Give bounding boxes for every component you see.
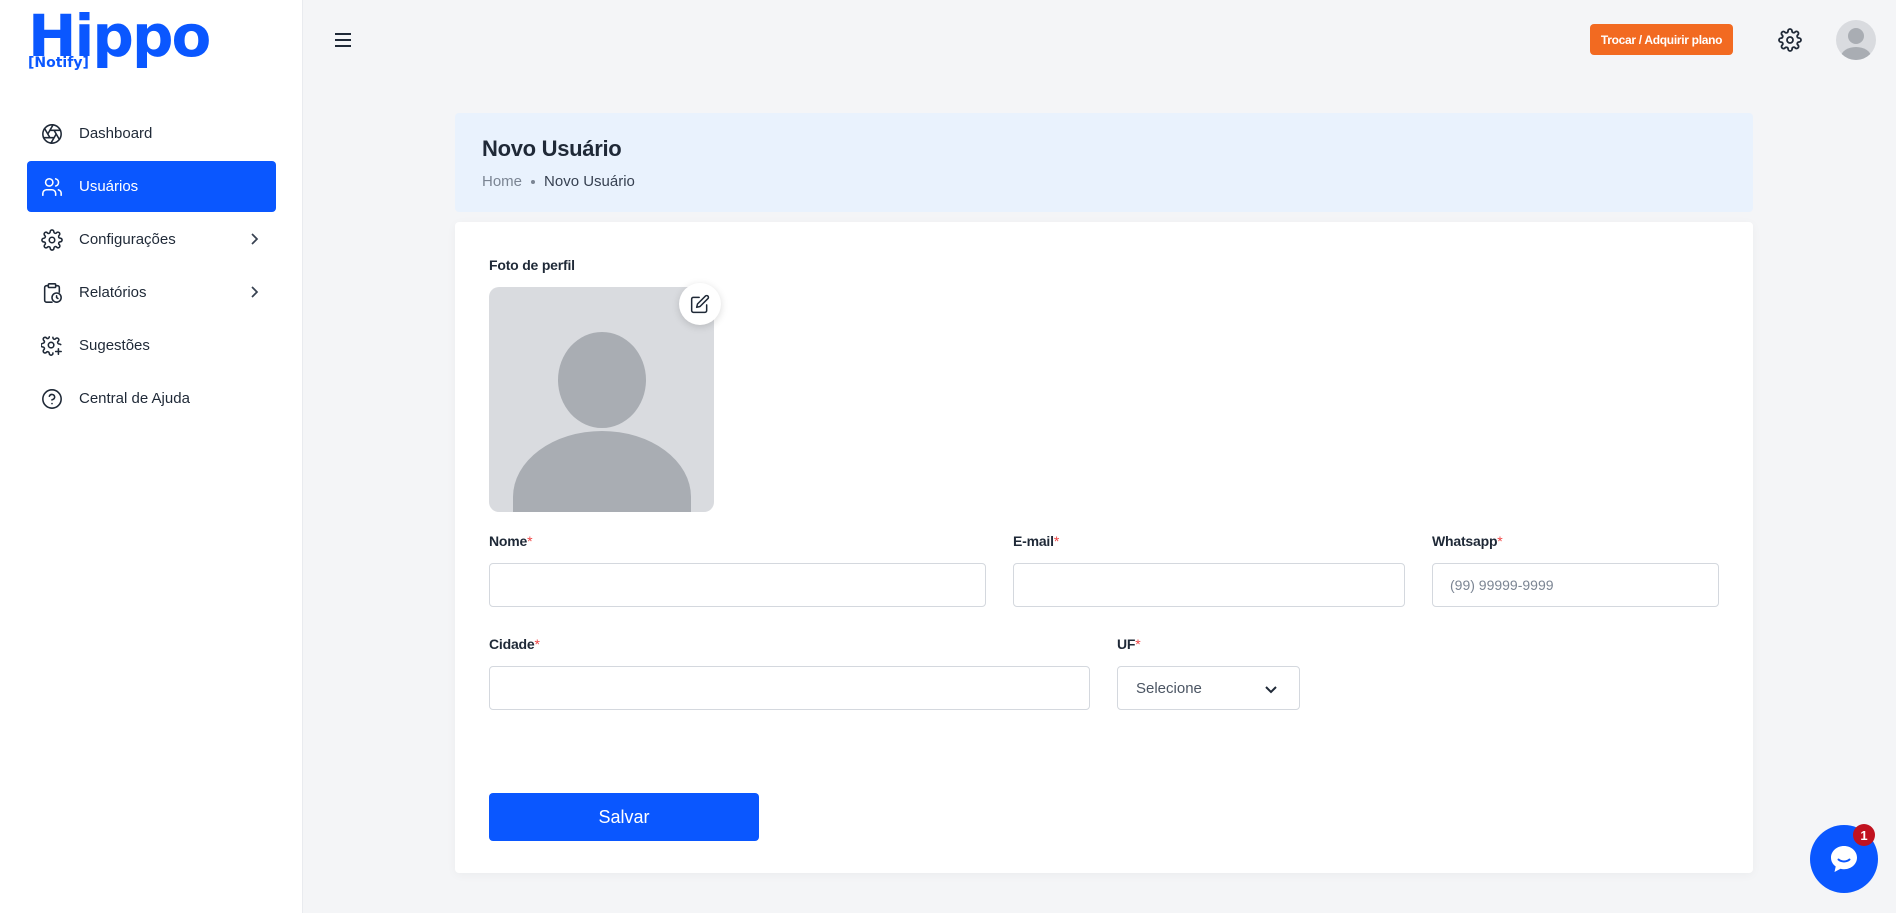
email-input[interactable] [1013, 563, 1405, 607]
sidebar-item-usuarios[interactable]: Usuários [27, 161, 276, 212]
save-button[interactable]: Salvar [489, 793, 759, 841]
nome-label-text: Nome [489, 533, 528, 549]
avatar-head-shape [1848, 28, 1864, 44]
sidebar-item-label: Central de Ajuda [79, 390, 190, 407]
breadcrumb-separator [531, 179, 536, 184]
required-mark: * [1135, 636, 1141, 652]
cidade-label: Cidade* [489, 636, 540, 652]
photo-body-shape [513, 431, 691, 512]
sidebar-item-configuracoes[interactable]: Configurações [27, 214, 276, 265]
sidebar-item-relatorios[interactable]: Relatórios [27, 267, 276, 318]
profile-photo-placeholder[interactable] [489, 287, 714, 512]
users-icon [40, 175, 64, 199]
aperture-icon [40, 122, 64, 146]
sidebar-item-label: Usuários [79, 178, 139, 195]
cidade-label-text: Cidade [489, 636, 535, 652]
settings-gear-icon[interactable] [1778, 28, 1802, 52]
clipboard-clock-icon [40, 281, 64, 305]
whatsapp-label: Whatsapp* [1432, 533, 1503, 549]
gear-plus-icon [40, 334, 64, 358]
sidebar-item-label: Configurações [79, 231, 176, 248]
required-mark: * [1497, 533, 1503, 549]
sidebar-item-central-de-ajuda[interactable]: Central de Ajuda [27, 373, 276, 424]
chevron-right-icon [246, 284, 262, 300]
pencil-edit-icon [690, 294, 710, 314]
whatsapp-input[interactable] [1432, 563, 1719, 607]
nome-label: Nome* [489, 533, 533, 549]
sidebar-item-label: Dashboard [79, 125, 153, 142]
menu-toggle-icon[interactable] [333, 30, 353, 50]
chat-notification-badge: 1 [1853, 824, 1875, 846]
page-header: Novo Usuário Home Novo Usuário [455, 113, 1753, 212]
required-mark: * [527, 533, 533, 549]
breadcrumb-home-link[interactable]: Home [482, 173, 522, 190]
chevron-right-icon [246, 231, 262, 247]
sidebar-nav: Dashboard Usuários Configurações Relatór… [27, 108, 276, 426]
uf-selected-value: Selecione [1136, 679, 1202, 697]
breadcrumb-current: Novo Usuário [544, 173, 635, 190]
email-label: E-mail* [1013, 533, 1059, 549]
sidebar: Hippo [Notify] Dashboard Usuários Config… [0, 0, 303, 913]
uf-label-text: UF [1117, 636, 1136, 652]
gear-icon [40, 228, 64, 252]
change-plan-button[interactable]: Trocar / Adquirir plano [1590, 24, 1733, 55]
page-title: Novo Usuário [482, 136, 622, 161]
sidebar-item-sugestoes[interactable]: Sugestões [27, 320, 276, 371]
hippo-notify-logo[interactable]: Hippo [Notify] [28, 2, 211, 76]
logo-sub-word: Notify [34, 55, 83, 71]
logo-sub-text: [Notify] [28, 55, 89, 71]
photo-head-shape [558, 332, 646, 428]
logo-sub-bracket-close: ] [82, 55, 89, 71]
user-avatar[interactable] [1836, 20, 1876, 60]
new-user-form: Foto de perfil Nome* E-mail* Whatsapp* C… [455, 222, 1753, 873]
whatsapp-label-text: Whatsapp [1432, 533, 1498, 549]
uf-label: UF* [1117, 636, 1141, 652]
breadcrumb: Home Novo Usuário [482, 173, 635, 190]
avatar-body-shape [1841, 47, 1871, 60]
required-mark: * [1053, 533, 1060, 549]
chevron-down-icon [1263, 681, 1279, 697]
required-mark: * [534, 636, 540, 652]
sidebar-item-dashboard[interactable]: Dashboard [27, 108, 276, 159]
cidade-input[interactable] [489, 666, 1090, 710]
sidebar-item-label: Relatórios [79, 284, 147, 301]
nome-input[interactable] [489, 563, 986, 607]
chat-bubble-icon [1831, 846, 1857, 872]
uf-select[interactable]: Selecione [1117, 666, 1300, 710]
email-label-text: E-mail [1013, 533, 1054, 549]
edit-photo-button[interactable] [679, 283, 721, 325]
sidebar-item-label: Sugestões [79, 337, 150, 354]
help-circle-icon [40, 387, 64, 411]
profile-photo-label: Foto de perfil [489, 257, 575, 273]
